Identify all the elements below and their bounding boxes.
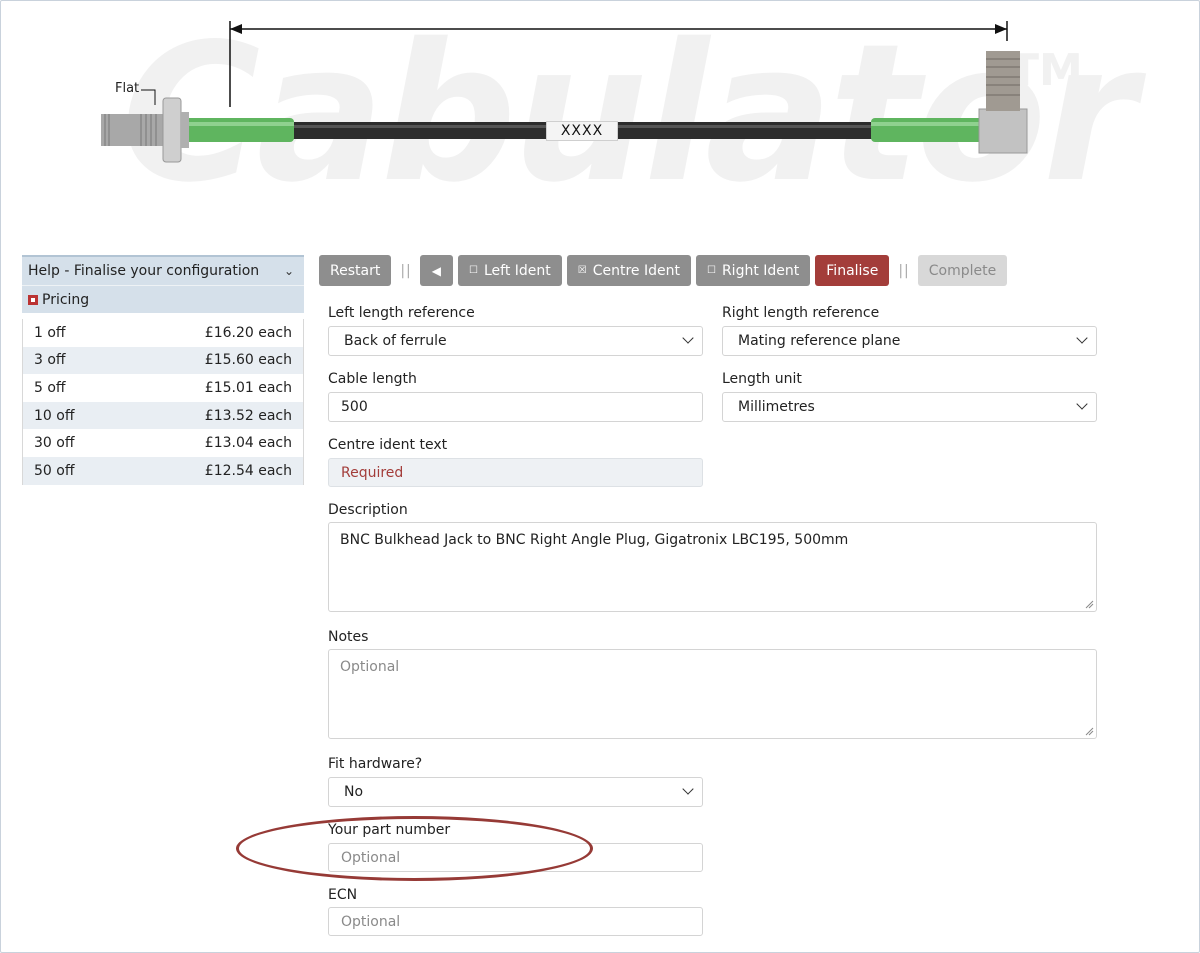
restart-button[interactable]: Restart [319,255,392,286]
left-length-reference-label: Left length reference [328,305,475,321]
toolbar-separator: || [400,262,412,279]
left-length-reference-select[interactable]: Back of ferrule [328,326,703,356]
left-connector-flange [162,97,182,163]
cable-length-input[interactable]: 500 [328,392,703,422]
price-row: 10 off £13.52 each [23,401,303,430]
pricing-label: Pricing [42,291,90,308]
right-sleeve [871,118,983,142]
price-value: £13.52 each [204,407,292,424]
price-value: £13.04 each [204,435,292,452]
flat-leader-line [141,89,156,105]
page-frame: Cabulator TM Flat XXXX Help - Finalise y… [0,0,1200,953]
price-qty: 5 off [34,379,66,396]
price-row: 5 off £15.01 each [23,374,303,402]
right-ident-label: Right Ident [721,262,800,279]
right-ident-button[interactable]: ☐ Right Ident [695,255,811,286]
right-connector-upright [986,51,1020,111]
fit-hardware-select[interactable]: No [328,777,703,807]
left-ident-label: Left Ident [483,262,551,279]
price-qty: 30 off [34,435,75,452]
centre-ident-placeholder: Required [341,464,404,481]
left-connector-nut [181,112,189,148]
chevron-down-icon [682,783,694,795]
finalise-button[interactable]: Finalise [815,255,890,286]
description-value: BNC Bulkhead Jack to BNC Right Angle Plu… [340,532,849,548]
right-connector-elbow [978,108,1028,154]
price-value: £15.01 each [204,379,292,396]
left-ident-button[interactable]: ☐ Left Ident [458,255,562,286]
centre-ident-button[interactable]: ☒ Centre Ident [566,255,691,286]
price-row: 1 off £16.20 each [23,319,303,347]
chevron-down-icon [1076,398,1088,410]
dimension-arrow-right [995,24,1007,34]
price-qty: 10 off [34,407,75,424]
price-value: £16.20 each [204,324,292,341]
length-unit-label: Length unit [722,371,802,387]
checked-box-icon: ☒ [577,265,587,276]
price-qty: 50 off [34,462,75,479]
price-row: 50 off £12.54 each [23,456,303,485]
ecn-label: ECN [328,887,358,903]
description-textarea[interactable]: BNC Bulkhead Jack to BNC Right Angle Plu… [328,522,1097,612]
length-unit-value: Millimetres [738,399,815,415]
notes-label: Notes [328,629,369,645]
chevron-down-icon [1076,332,1088,344]
help-label: Help - Finalise your configuration [28,263,260,279]
centre-ident-marker: XXXX [546,121,618,141]
right-length-reference-value: Mating reference plane [738,333,901,349]
right-sleeve-shine [871,122,983,126]
price-value: £12.54 each [204,462,292,479]
resize-grip-icon[interactable] [1085,600,1094,609]
price-value: £15.60 each [204,352,292,369]
cable-illustration: Cabulator TM Flat XXXX [1,1,1199,251]
ecn-input[interactable]: Optional [328,907,703,936]
centre-ident-text-label: Centre ident text [328,437,448,453]
ecn-placeholder: Optional [341,913,401,930]
right-length-reference-select[interactable]: Mating reference plane [722,326,1097,356]
resize-grip-icon[interactable] [1085,727,1094,736]
centre-ident-text-input[interactable]: Required [328,458,703,487]
notes-textarea[interactable]: Optional [328,649,1097,739]
price-row: 30 off £13.04 each [23,429,303,457]
chevron-down-icon: ⌄ [283,264,294,278]
sidebar: Help - Finalise your configuration ⌄ Pri… [22,255,304,485]
left-connector-body [101,114,163,146]
description-label: Description [328,502,408,518]
toolbar-separator: || [898,262,910,279]
chevron-down-icon [682,332,694,344]
back-arrow-icon: ◀ [431,263,441,278]
collapse-square-icon [28,294,38,305]
fit-hardware-label: Fit hardware? [328,756,423,772]
flat-label: Flat [115,81,140,96]
cable-length-label: Cable length [328,371,417,387]
notes-placeholder: Optional [340,659,400,675]
help-dropdown[interactable]: Help - Finalise your configuration ⌄ [22,255,304,285]
unchecked-box-icon: ☐ [469,265,478,276]
price-qty: 1 off [34,324,66,341]
left-sleeve-shine [184,122,294,126]
centre-ident-label: Centre Ident [592,262,680,279]
fit-hardware-value: No [344,784,364,800]
step-toolbar: Restart || ◀ ☐ Left Ident ☒ Centre Ident ☐… [319,255,1012,286]
right-length-reference-label: Right length reference [722,305,880,321]
left-length-reference-value: Back of ferrule [344,333,447,349]
back-button[interactable]: ◀ [419,255,453,286]
cable-length-value: 500 [341,399,368,415]
highlight-ellipse [236,816,593,881]
complete-button[interactable]: Complete [917,255,1008,286]
left-sleeve [184,118,294,142]
price-qty: 3 off [34,352,66,369]
price-row: 3 off £15.60 each [23,346,303,375]
pricing-header[interactable]: Pricing [22,285,304,313]
unchecked-box-icon: ☐ [706,265,716,276]
pricing-table: 1 off £16.20 each 3 off £15.60 each 5 off £… [22,319,304,485]
dimension-arrow-left [230,24,242,34]
length-unit-select[interactable]: Millimetres [722,392,1097,422]
